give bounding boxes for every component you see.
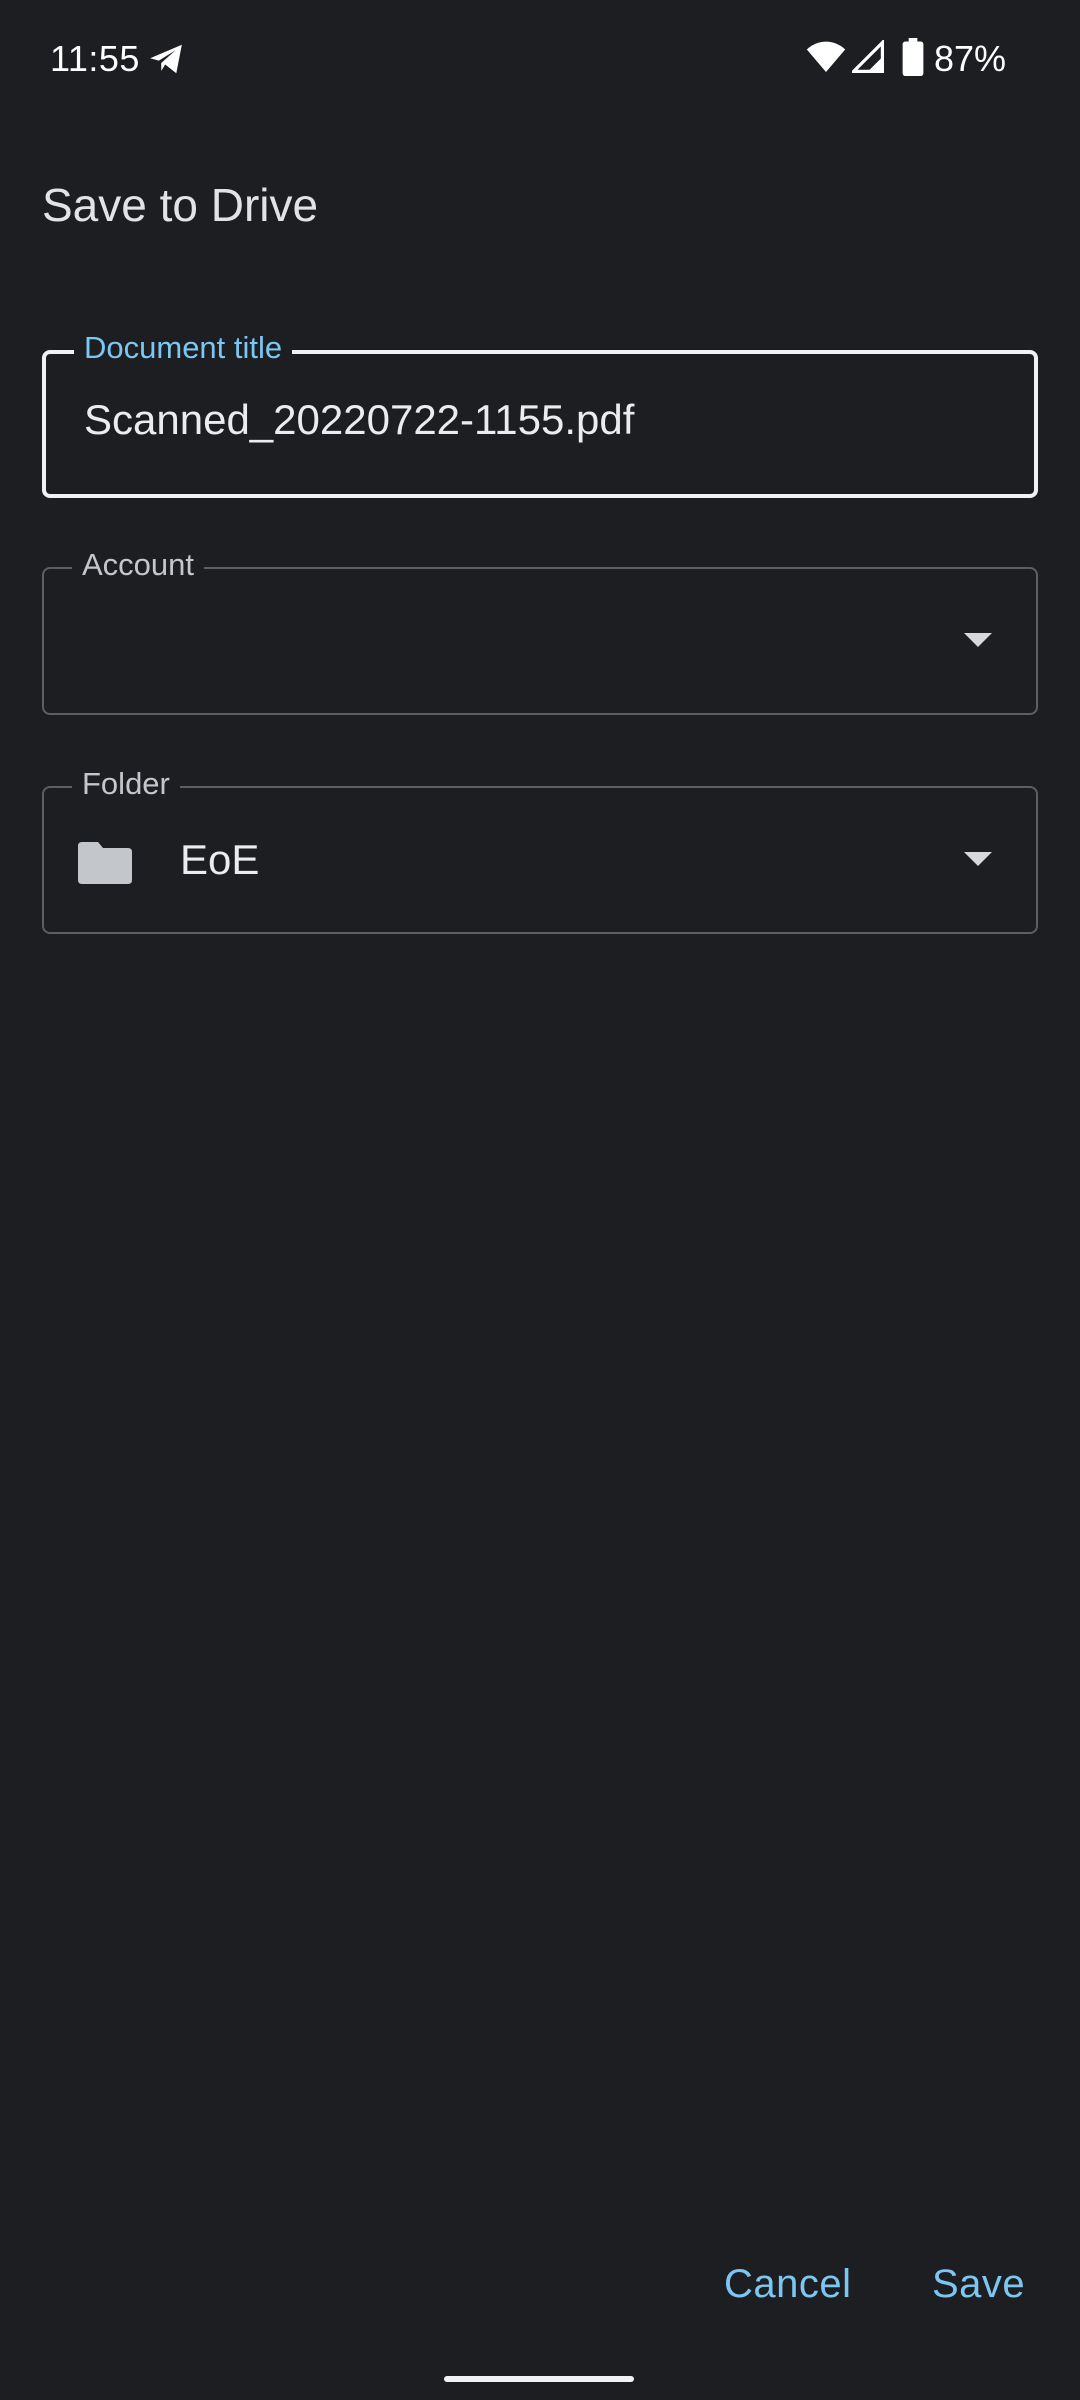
wifi-icon (806, 41, 846, 72)
telegram-icon (150, 44, 182, 74)
folder-value: EoE (180, 836, 260, 883)
status-bar: 11:55 87% (0, 0, 1080, 120)
battery-percentage: 87% (934, 38, 1007, 79)
document-title-label: Document title (74, 330, 293, 366)
home-indicator[interactable] (444, 2376, 634, 2382)
dialog-title: Save to Drive (42, 179, 319, 231)
chevron-down-icon[interactable] (964, 852, 992, 866)
save-button[interactable]: Save (932, 2262, 1025, 2307)
document-title-field[interactable]: Document title Scanned_20220722-1155.pdf (42, 330, 1038, 498)
signal-icon (852, 40, 884, 73)
folder-label: Folder (72, 766, 180, 802)
cancel-button[interactable]: Cancel (724, 2262, 852, 2307)
folder-icon (78, 842, 132, 884)
battery-icon (902, 38, 924, 76)
folder-dropdown[interactable]: Folder EoE (42, 766, 1038, 934)
chevron-down-icon[interactable] (964, 633, 992, 647)
account-dropdown[interactable]: Account (42, 547, 1038, 715)
account-label: Account (72, 547, 205, 583)
document-title-input[interactable]: Scanned_20220722-1155.pdf (84, 396, 634, 444)
status-time: 11:55 (50, 38, 140, 79)
